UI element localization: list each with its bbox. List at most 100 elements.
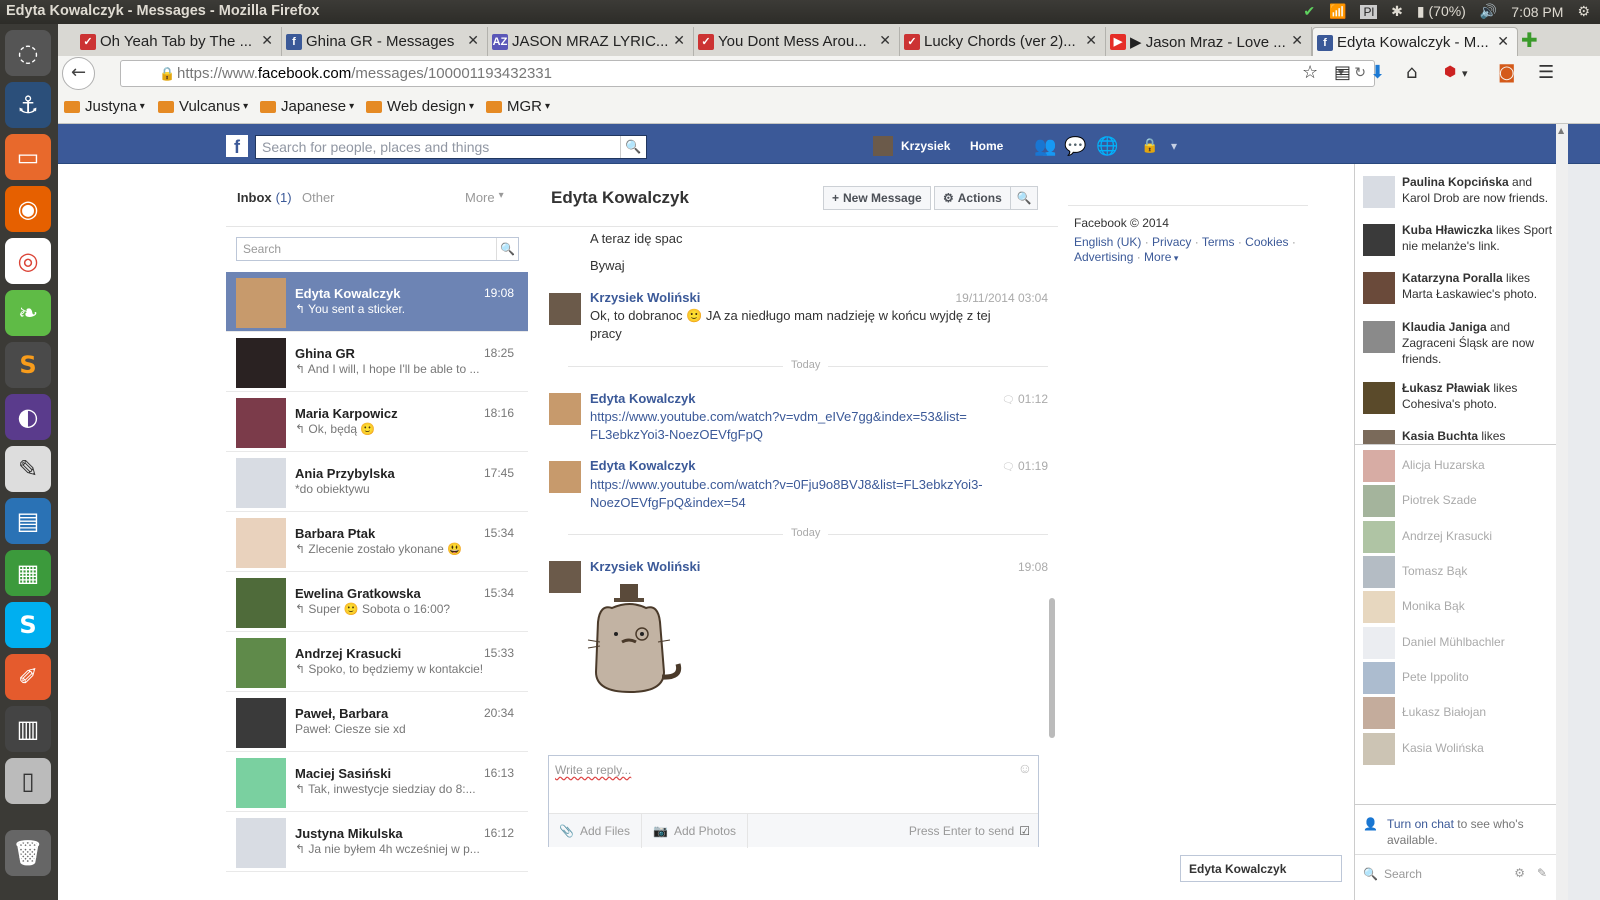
- search-icon[interactable]: 🔍: [620, 136, 646, 158]
- chevron-down-icon[interactable]: ▾: [1171, 139, 1177, 153]
- mysql-workbench-icon[interactable]: ⚓: [5, 82, 51, 128]
- close-icon[interactable]: ✕: [673, 32, 685, 49]
- chat-friend[interactable]: Kasia Wolińska: [1363, 733, 1553, 765]
- bookmark-folder-justyna[interactable]: Justyna ▾: [64, 98, 145, 115]
- bookmark-star-icon[interactable]: ☆: [1302, 62, 1318, 83]
- skype-icon[interactable]: S: [5, 602, 51, 648]
- avatar[interactable]: [549, 561, 581, 593]
- adblock-icon[interactable]: ⬢: [1444, 64, 1456, 80]
- thread-item[interactable]: Ewelina Gratkowska 15:34 ↰ Super 🙂 Sobot…: [226, 572, 528, 632]
- keyboard-layout[interactable]: Pl: [1360, 4, 1378, 19]
- workspace-switcher-icon[interactable]: ▥: [5, 706, 51, 752]
- turn-on-chat-link[interactable]: Turn on chat: [1387, 817, 1454, 831]
- notifications-globe-icon[interactable]: 🌐: [1096, 136, 1118, 157]
- emoticon-icon[interactable]: ☺: [1018, 760, 1032, 776]
- chat-friend[interactable]: Piotrek Szade: [1363, 485, 1553, 517]
- clock[interactable]: 7:08 PM: [1511, 4, 1563, 20]
- ticker-item[interactable]: Kuba Hławiczka likes Sport nie melanże's…: [1363, 223, 1553, 258]
- inbox-search-input[interactable]: Search 🔍: [236, 237, 519, 261]
- text-editor-icon[interactable]: ✎: [5, 446, 51, 492]
- avatar[interactable]: [549, 461, 581, 493]
- chat-friend[interactable]: Tomasz Bąk: [1363, 556, 1553, 588]
- sublime-text-icon[interactable]: S: [5, 342, 51, 388]
- avatar[interactable]: [549, 293, 581, 325]
- sender-name[interactable]: Edyta Kowalczyk: [590, 458, 696, 473]
- bluetooth-icon[interactable]: ✱: [1391, 3, 1403, 20]
- downloads-icon[interactable]: ⬇: [1370, 62, 1385, 83]
- volume-icon[interactable]: 🔊: [1480, 3, 1497, 20]
- home-icon[interactable]: ⌂: [1406, 62, 1417, 83]
- addon-icon[interactable]: ◙: [1498, 62, 1515, 83]
- ticker-item[interactable]: Katarzyna Poralla likes Marta Łaskawiec'…: [1363, 271, 1553, 306]
- footer-link-privacy[interactable]: Privacy: [1152, 235, 1191, 249]
- chat-friend[interactable]: Łukasz Białojan: [1363, 697, 1553, 729]
- chat-friend[interactable]: Alicja Huzarska: [1363, 450, 1553, 482]
- more-dropdown[interactable]: More ▾: [465, 190, 504, 205]
- thread-item[interactable]: Paweł, Barbara 20:34 Paweł: Ciesze sie x…: [226, 692, 528, 752]
- spring-tool-icon[interactable]: ❧: [5, 290, 51, 336]
- reply-composer[interactable]: Write a reply... ☺ 📎 Add Files 📷 Add Photo…: [548, 755, 1039, 848]
- chat-friend[interactable]: Pete Ippolito: [1363, 662, 1553, 694]
- sender-name[interactable]: Krzysiek Woliński: [590, 559, 700, 574]
- gear-icon[interactable]: ⚙: [1514, 866, 1525, 880]
- calc-icon[interactable]: ▦: [5, 550, 51, 596]
- compose-icon[interactable]: ✎: [1537, 866, 1547, 880]
- files-icon[interactable]: ▭: [5, 134, 51, 180]
- bookmark-folder-vulcanus[interactable]: Vulcanus ▾: [158, 98, 248, 115]
- chat-friend[interactable]: Monika Bąk: [1363, 591, 1553, 623]
- thread-item[interactable]: Maciej Sasiński 16:13 ↰ Tak, inwestycje …: [226, 752, 528, 812]
- checkbox-checked-icon[interactable]: ☑: [1019, 824, 1030, 838]
- privacy-lock-icon[interactable]: 🔒: [1141, 138, 1158, 154]
- adblock-dropdown-icon[interactable]: ▾: [1462, 67, 1468, 80]
- profile-link[interactable]: Krzysiek: [873, 136, 950, 156]
- facebook-search-input[interactable]: Search for people, places and things 🔍: [255, 135, 647, 159]
- sender-name[interactable]: Edyta Kowalczyk: [590, 391, 696, 406]
- thread-item[interactable]: Maria Karpowicz 18:16 ↰ Ok, będą 🙂: [226, 392, 528, 452]
- home-link[interactable]: Home: [970, 139, 1003, 153]
- close-icon[interactable]: ✕: [467, 32, 479, 49]
- tab-other[interactable]: Other: [302, 190, 335, 205]
- bookmark-folder-web-design[interactable]: Web design ▾: [366, 98, 474, 115]
- messages-icon[interactable]: 💬: [1064, 136, 1086, 157]
- device-icon[interactable]: ▯: [5, 758, 51, 804]
- friend-requests-icon[interactable]: 👥: [1034, 136, 1056, 157]
- tab-inbox[interactable]: Inbox (1): [237, 190, 292, 205]
- footer-link-cookies[interactable]: Cookies: [1245, 235, 1288, 249]
- bookmark-folder-japanese[interactable]: Japanese ▾: [260, 98, 354, 115]
- url-bar[interactable]: 🔒 https://www.facebook.com/messages/1000…: [120, 60, 1375, 87]
- ticker-item[interactable]: Klaudia Janiga and Zagraceni Śląsk are n…: [1363, 320, 1553, 369]
- thread-item[interactable]: Ania Przybylska 17:45 *do obiektywu: [226, 452, 528, 512]
- conversation-search-button[interactable]: 🔍: [1010, 186, 1038, 210]
- bookmark-folder-mgr[interactable]: MGR ▾: [486, 98, 550, 115]
- add-photos-button[interactable]: 📷 Add Photos: [653, 824, 736, 838]
- avatar[interactable]: [549, 393, 581, 425]
- reading-list-icon[interactable]: ▤: [1334, 62, 1351, 83]
- ticker-item[interactable]: Łukasz Pławiak likes Cohesiva's photo.: [1363, 381, 1553, 416]
- thread-item[interactable]: Ghina GR 18:25 ↰ And I will, I hope I'll…: [226, 332, 528, 392]
- pencil-app-icon[interactable]: ✐: [5, 654, 51, 700]
- battery-indicator[interactable]: ▮ (70%): [1417, 3, 1466, 20]
- new-message-button[interactable]: + New Message: [823, 186, 931, 210]
- new-tab-plus-icon[interactable]: ✚: [1521, 28, 1538, 52]
- page-scrollbar[interactable]: ▲: [1556, 124, 1568, 900]
- press-enter-toggle[interactable]: Press Enter to send ☑: [909, 824, 1030, 838]
- footer-link-terms[interactable]: Terms: [1202, 235, 1235, 249]
- footer-link-more[interactable]: More: [1144, 250, 1171, 264]
- ticker-item[interactable]: Paulina Kopcińska and Karol Drob are now…: [1363, 175, 1553, 210]
- wifi-icon[interactable]: 📶: [1329, 3, 1346, 20]
- trash-icon[interactable]: 🗑: [5, 830, 51, 876]
- facebook-logo-icon[interactable]: f: [226, 135, 248, 157]
- close-icon[interactable]: ✕: [1291, 32, 1303, 49]
- power-gear-icon[interactable]: ⚙: [1577, 3, 1590, 20]
- tab-youtube-jason-mraz[interactable]: ▶ ▶ Jason Mraz - Love ... ✕: [1106, 27, 1312, 56]
- chat-tab[interactable]: Edyta Kowalczyk: [1180, 855, 1342, 882]
- thread-item[interactable]: Justyna Mikulska 16:12 ↰ Ja nie byłem 4h…: [226, 812, 528, 872]
- close-icon[interactable]: ✕: [1085, 32, 1097, 49]
- thread-scrollbar[interactable]: [1049, 598, 1055, 738]
- update-check-icon[interactable]: ✔: [1303, 3, 1315, 20]
- dash-home-icon[interactable]: ◌: [5, 30, 51, 76]
- close-icon[interactable]: ✕: [879, 32, 891, 49]
- eclipse-icon[interactable]: ◐: [5, 394, 51, 440]
- chat-search-input[interactable]: 🔍 Search ⚙ ✎: [1363, 862, 1553, 886]
- tab-jason-mraz-lyrics[interactable]: AZ JASON MRAZ LYRIC... ✕: [488, 27, 694, 56]
